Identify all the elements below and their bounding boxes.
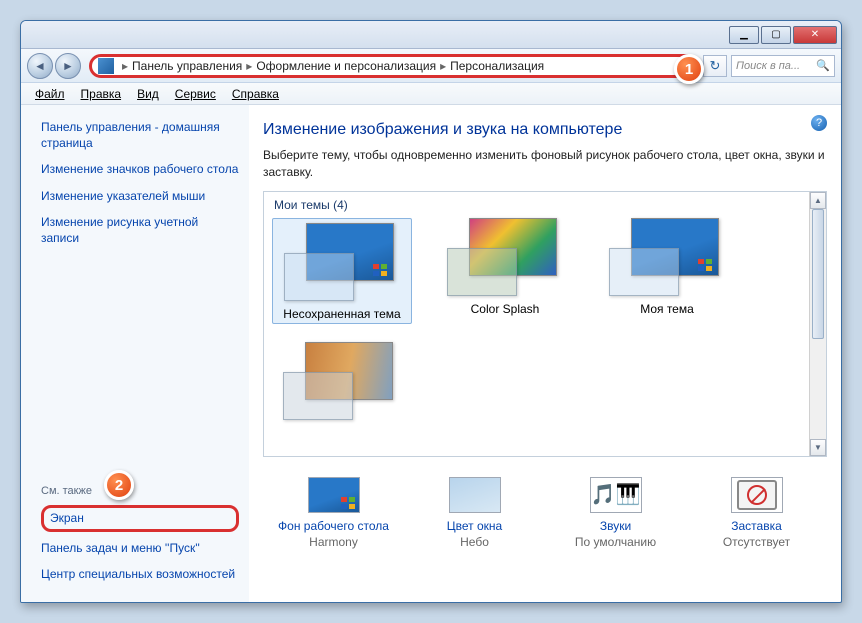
footer-link: Цвет окна (415, 519, 535, 533)
scroll-thumb[interactable] (812, 209, 824, 339)
sidebar-taskbar[interactable]: Панель задач и меню ''Пуск'' (41, 540, 239, 556)
help-icon[interactable]: ? (811, 115, 827, 131)
footer-link: Фон рабочего стола (274, 519, 394, 533)
page-heading: Изменение изображения и звука на компьют… (263, 121, 827, 139)
scroll-up-button[interactable]: ▲ (810, 192, 826, 209)
search-input[interactable]: Поиск в па... 🔍 (731, 55, 835, 77)
sidebar-screen[interactable]: Экран (41, 505, 239, 531)
titlebar: ▁ ▢ ✕ (21, 21, 841, 49)
breadcrumb-item[interactable]: Персонализация (450, 59, 544, 73)
sidebar-mouse-pointers[interactable]: Изменение указателей мыши (41, 188, 239, 204)
theme-thumbnail (282, 223, 402, 301)
scrollbar[interactable]: ▲ ▼ (809, 192, 826, 456)
annotation-callout-2: 2 (104, 470, 134, 500)
theme-thumbnail (281, 342, 401, 420)
footer-value: Небо (415, 535, 535, 549)
screensaver-icon (731, 477, 783, 513)
chevron-right-icon: ▸ (246, 59, 252, 73)
breadcrumb-item[interactable]: Панель управления (132, 59, 242, 73)
breadcrumb-item[interactable]: Оформление и персонализация (256, 59, 436, 73)
sidebar: Панель управления - домашняя страница Из… (21, 105, 249, 602)
theme-pane: Мои темы (4) Несохраненная тема (263, 191, 827, 457)
sidebar-desktop-icons[interactable]: Изменение значков рабочего стола (41, 161, 239, 177)
sidebar-account-picture[interactable]: Изменение рисунка учетной записи (41, 214, 239, 246)
theme-group-label: Мои темы (4) (264, 192, 826, 214)
theme-item[interactable]: Моя тема (598, 218, 736, 324)
menubar: Файл Правка Вид Сервис Справка (21, 83, 841, 105)
footer-link: Звуки (556, 519, 676, 533)
nav-buttons: ◄ ► (27, 53, 81, 79)
theme-thumbnail (607, 218, 727, 296)
page-subtext: Выберите тему, чтобы одновременно измени… (263, 147, 827, 181)
footer-link: Заставка (697, 519, 817, 533)
maximize-button[interactable]: ▢ (761, 26, 791, 44)
scroll-down-button[interactable]: ▼ (810, 439, 826, 456)
theme-label: Несохраненная тема (283, 307, 400, 321)
main-panel: ? Изменение изображения и звука на компь… (249, 105, 841, 602)
forward-button[interactable]: ► (55, 53, 81, 79)
footer-sounds[interactable]: 🎵🎹 Звуки По умолчанию (556, 477, 676, 549)
breadcrumb[interactable]: ▸ Панель управления ▸ Оформление и персо… (89, 54, 699, 78)
close-button[interactable]: ✕ (793, 26, 837, 44)
sidebar-home[interactable]: Панель управления - домашняя страница (41, 119, 239, 151)
theme-item[interactable]: Color Splash (436, 218, 574, 324)
body: Панель управления - домашняя страница Из… (21, 105, 841, 602)
footer-screensaver[interactable]: Заставка Отсутствует (697, 477, 817, 549)
theme-label: Моя тема (640, 302, 694, 316)
wallpaper-icon (308, 477, 360, 513)
refresh-button[interactable]: ↻ (703, 55, 727, 77)
theme-thumbnail (445, 218, 565, 296)
search-icon: 🔍 (816, 59, 830, 72)
menu-view[interactable]: Вид (129, 85, 167, 103)
theme-item[interactable] (272, 342, 410, 426)
chevron-right-icon: ▸ (122, 59, 128, 73)
search-placeholder: Поиск в па... (736, 60, 800, 72)
footer-value: Harmony (274, 535, 394, 549)
menu-edit[interactable]: Правка (73, 85, 130, 103)
navbar: ◄ ► ▸ Панель управления ▸ Оформление и п… (21, 49, 841, 83)
menu-tools[interactable]: Сервис (167, 85, 224, 103)
sidebar-seealso-header: См. также (41, 485, 239, 497)
menu-file[interactable]: Файл (27, 85, 73, 103)
sound-icon: 🎵🎹 (590, 477, 642, 513)
control-panel-icon (98, 58, 114, 74)
scroll-track[interactable] (810, 209, 826, 439)
footer-value: Отсутствует (697, 535, 817, 549)
annotation-callout-1: 1 (674, 54, 704, 84)
sidebar-ease-of-access[interactable]: Центр специальных возможностей (41, 566, 239, 582)
theme-grid: Несохраненная тема Color Splash (264, 214, 826, 430)
footer-options: Фон рабочего стола Harmony Цвет окна Неб… (263, 477, 827, 549)
menu-help[interactable]: Справка (224, 85, 287, 103)
footer-value: По умолчанию (556, 535, 676, 549)
footer-wallpaper[interactable]: Фон рабочего стола Harmony (274, 477, 394, 549)
chevron-right-icon: ▸ (440, 59, 446, 73)
minimize-button[interactable]: ▁ (729, 26, 759, 44)
color-icon (449, 477, 501, 513)
back-button[interactable]: ◄ (27, 53, 53, 79)
theme-label: Color Splash (471, 302, 540, 316)
window: ▁ ▢ ✕ ◄ ► ▸ Панель управления ▸ Оформлен… (20, 20, 842, 603)
theme-item-selected[interactable]: Несохраненная тема (272, 218, 412, 324)
footer-color[interactable]: Цвет окна Небо (415, 477, 535, 549)
